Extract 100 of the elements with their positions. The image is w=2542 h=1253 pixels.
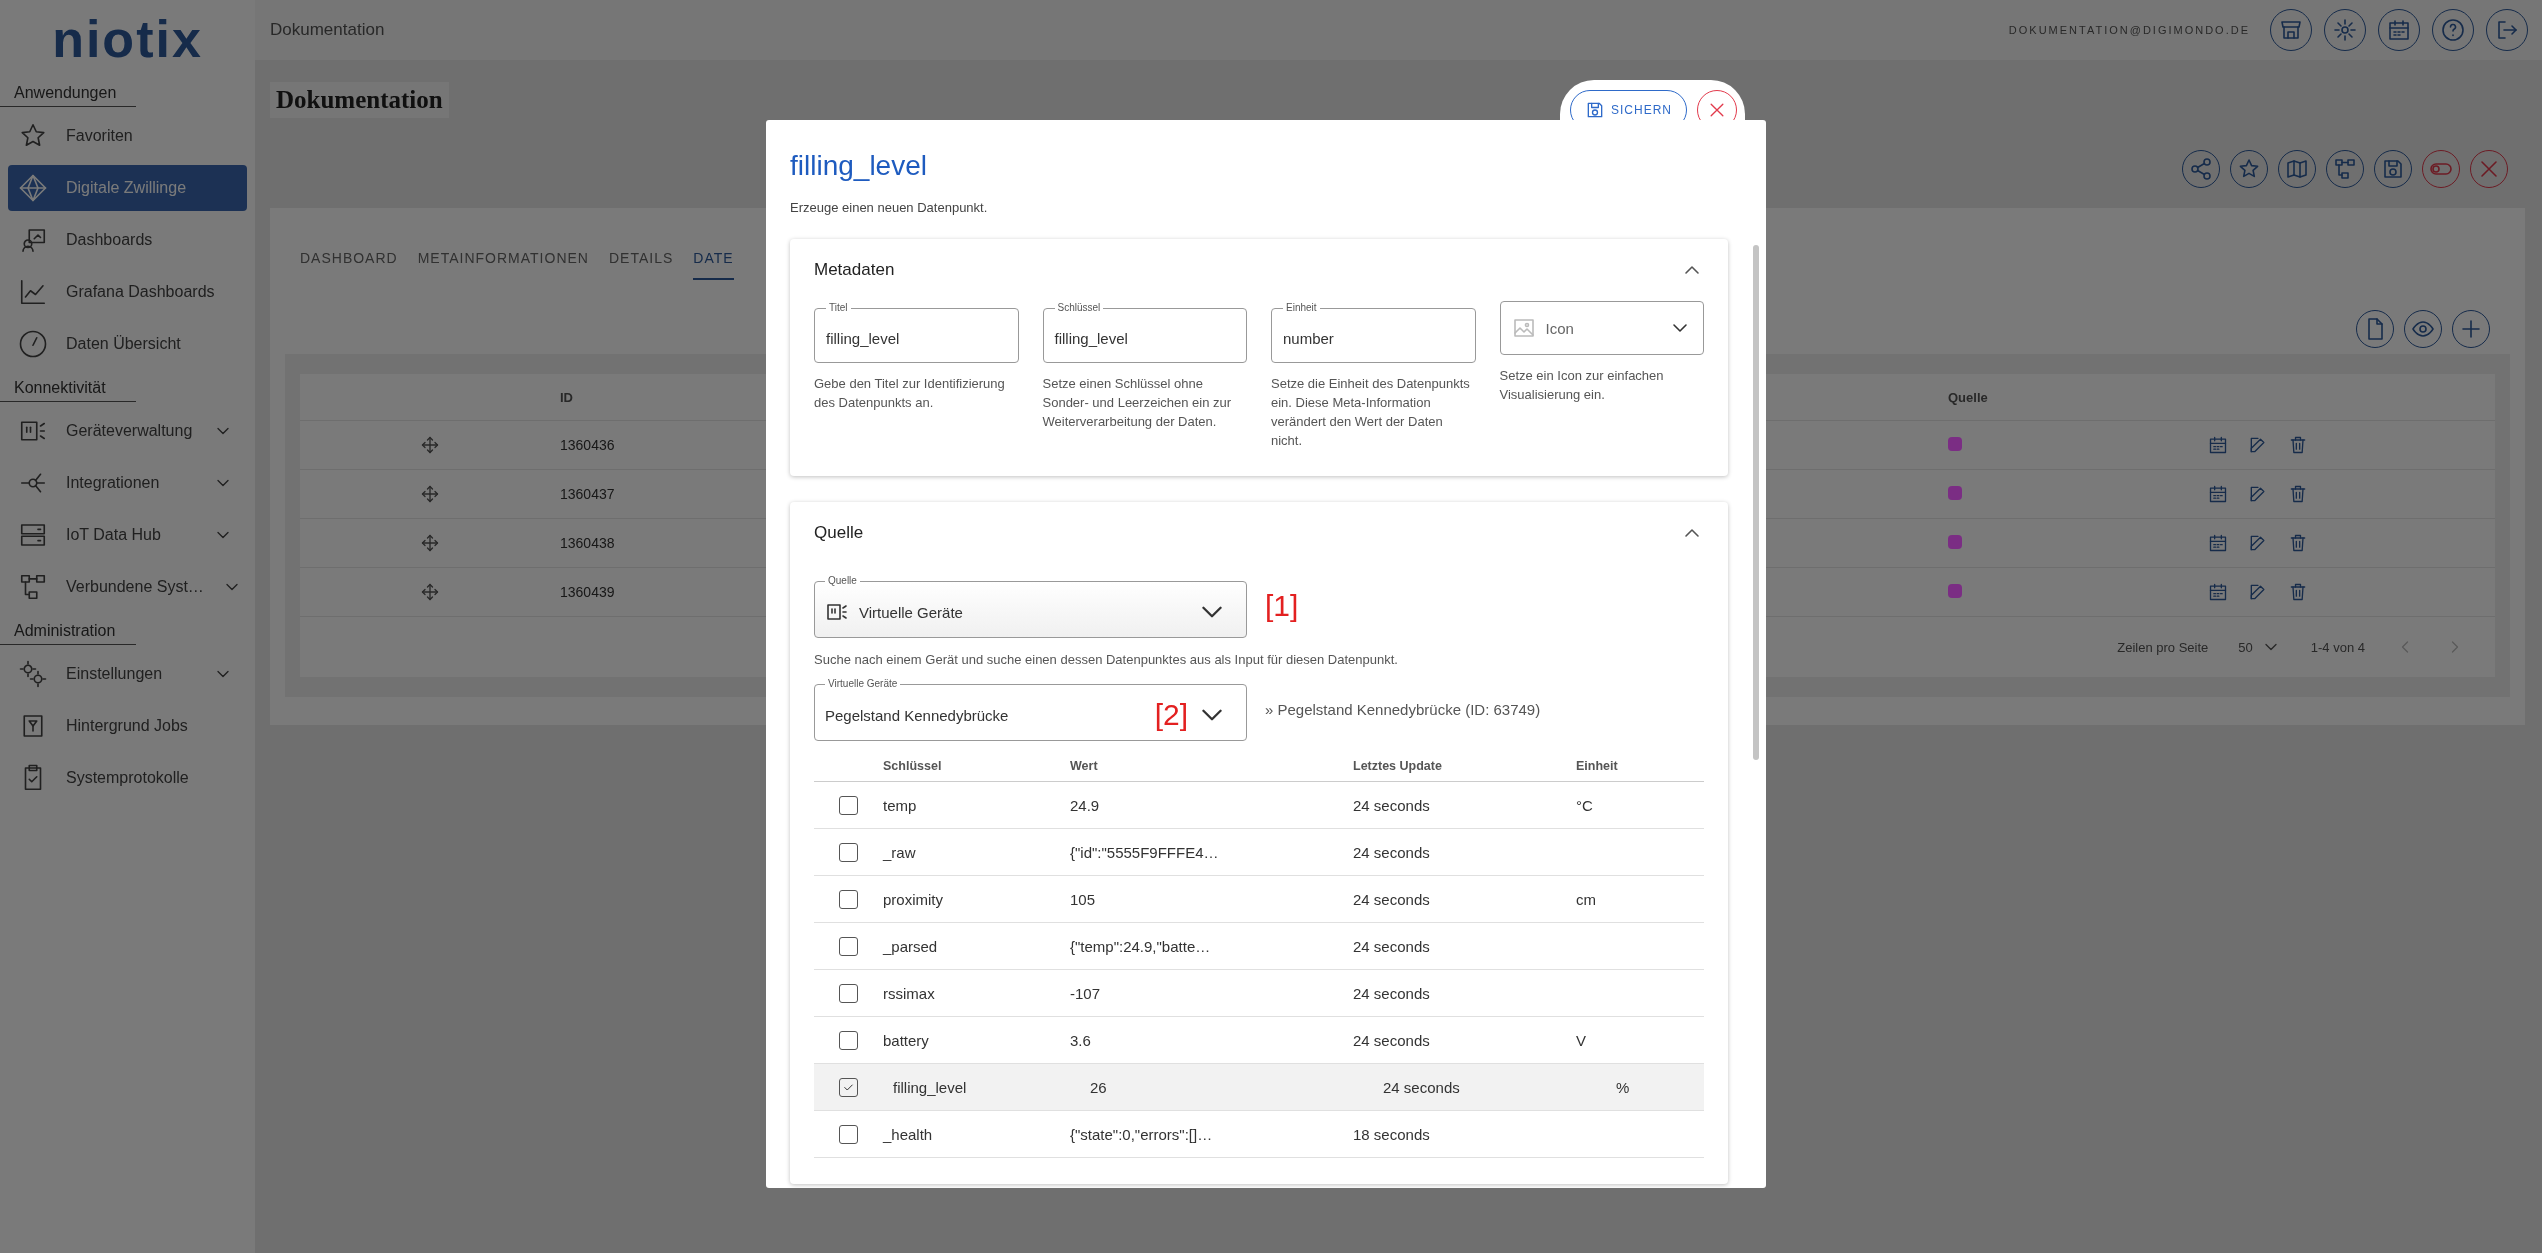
column-header: Wert bbox=[1070, 759, 1099, 774]
table-cell-text: 24 seconds bbox=[1353, 890, 1431, 908]
checkbox[interactable] bbox=[839, 1030, 858, 1050]
table-cell-text: proximity bbox=[883, 890, 944, 908]
checkbox[interactable] bbox=[839, 936, 858, 956]
sidebar-section-title: Konnektivität bbox=[0, 373, 136, 402]
move-icon[interactable] bbox=[420, 484, 440, 504]
checkbox[interactable] bbox=[839, 795, 858, 815]
sidebar-item[interactable]: Systemprotokolle bbox=[8, 755, 247, 801]
tab[interactable]: METAINFORMATIONEN bbox=[417, 244, 589, 280]
device-select[interactable]: Virtuelle Geräte Pegelstand Kennedybrücke [2] bbox=[814, 677, 1247, 742]
calendar-icon[interactable] bbox=[2208, 533, 2228, 553]
edit-icon[interactable] bbox=[2248, 582, 2268, 602]
calendar-icon[interactable] bbox=[2208, 484, 2228, 504]
trash-icon[interactable] bbox=[2288, 533, 2308, 553]
sidebar-item[interactable]: Einstellungen bbox=[8, 651, 247, 697]
line-chart-icon bbox=[18, 277, 48, 307]
table-cell-text: temp bbox=[883, 796, 918, 814]
rows-per-page-select[interactable]: 50 bbox=[2238, 637, 2281, 657]
trash-icon[interactable] bbox=[2288, 582, 2308, 602]
sidebar-section-title: Anwendungen bbox=[0, 78, 136, 107]
save-icon bbox=[2381, 157, 2405, 181]
table-cell-text: 24 seconds bbox=[1353, 796, 1431, 814]
tab[interactable]: DETAILS bbox=[608, 244, 674, 280]
calendar-icon[interactable] bbox=[2208, 582, 2228, 602]
input-field[interactable]: Titel filling_level bbox=[814, 301, 1019, 363]
table-cell-text: 26 bbox=[1090, 1078, 1108, 1096]
gauge-icon bbox=[18, 329, 48, 359]
source-select[interactable]: Quelle Virtuelle Geräte bbox=[814, 574, 1247, 639]
section-title: Metadaten bbox=[814, 260, 895, 280]
calendar-icon bbox=[2387, 18, 2411, 42]
move-icon[interactable] bbox=[420, 582, 440, 602]
icon-select[interactable]: Icon bbox=[1499, 301, 1704, 355]
table-cell: 1360437 bbox=[560, 486, 615, 502]
trash-icon[interactable] bbox=[2288, 484, 2308, 504]
hierarchy-icon bbox=[2333, 157, 2357, 181]
sidebar-item[interactable]: IoT Data Hub bbox=[8, 512, 247, 558]
calendar-icon[interactable] bbox=[2208, 435, 2228, 455]
help-icon bbox=[2441, 18, 2465, 42]
column-header: Letztes Update bbox=[1353, 759, 1443, 774]
move-icon[interactable] bbox=[420, 435, 440, 455]
checkbox[interactable] bbox=[839, 842, 858, 862]
table-cell-text: {"id":"5555F9FFFE4… bbox=[1070, 843, 1220, 861]
tab[interactable]: DASHBOARD bbox=[300, 244, 398, 280]
table-cell-text: _health bbox=[883, 1125, 934, 1143]
column-header: Schlüssel bbox=[883, 759, 943, 774]
edit-icon[interactable] bbox=[2248, 484, 2268, 504]
table-cell-text: 24 seconds bbox=[1353, 937, 1431, 955]
table-cell-text: 24 seconds bbox=[1383, 1078, 1461, 1096]
sidebar-item[interactable]: Dashboards bbox=[8, 217, 247, 263]
dialog-title: filling_level bbox=[790, 150, 928, 182]
input-field[interactable]: Schlüssel filling_level bbox=[1042, 301, 1247, 363]
checkbox[interactable] bbox=[839, 889, 858, 909]
sidebar-item[interactable]: Digitale Zwillinge bbox=[8, 165, 247, 211]
logo[interactable]: niotix bbox=[52, 0, 203, 78]
sidebar-item[interactable]: Grafana Dashboards bbox=[8, 269, 247, 315]
sidebar-item[interactable]: Favoriten bbox=[8, 113, 247, 159]
sidebar-item[interactable]: Daten Übersicht bbox=[8, 321, 247, 367]
table-cell-text: 18 seconds bbox=[1353, 1125, 1431, 1143]
sidebar-item[interactable]: Integrationen bbox=[8, 460, 247, 506]
edit-icon[interactable] bbox=[2248, 435, 2268, 455]
move-icon[interactable] bbox=[420, 533, 440, 553]
table-cell-text: _parsed bbox=[883, 937, 939, 955]
table-cell: 1360439 bbox=[560, 584, 615, 600]
table-cell-text: -107 bbox=[1070, 984, 1102, 1002]
table-cell: cm bbox=[1576, 890, 1596, 908]
breadcrumb: Dokumentation bbox=[270, 20, 386, 40]
table-cell-text: 3.6 bbox=[1070, 1031, 1092, 1049]
edit-icon[interactable] bbox=[2248, 533, 2268, 553]
map-icon bbox=[2285, 157, 2309, 181]
page-title: Dokumentation bbox=[270, 82, 449, 118]
table-cell-text: _raw bbox=[883, 843, 917, 861]
device-link[interactable]: » Pegelstand Kennedybrücke (ID: 63749) bbox=[1265, 700, 1541, 718]
table-cell: 1360436 bbox=[560, 437, 615, 453]
logout-icon bbox=[2495, 18, 2519, 42]
table-cell-text: 105 bbox=[1070, 890, 1097, 908]
column-header: Quelle bbox=[1948, 389, 1988, 405]
annotation-label: [1] bbox=[1265, 589, 1299, 624]
checkbox[interactable] bbox=[839, 983, 858, 1003]
sidebar-section-title: Administration bbox=[0, 616, 136, 645]
sidebar-item[interactable]: Geräteverwaltung bbox=[8, 408, 247, 454]
user-email: DOKUMENTATION@DIGIMONDO.DE bbox=[2008, 24, 2250, 36]
checkbox[interactable] bbox=[839, 1124, 858, 1144]
share-icon bbox=[2189, 157, 2213, 181]
sidebar-item[interactable]: Verbundene Syst… bbox=[8, 564, 247, 610]
scrollbar[interactable] bbox=[1753, 245, 1759, 760]
sidebar-item[interactable]: Hintergrund Jobs bbox=[8, 703, 247, 749]
input-field[interactable]: Einheit number bbox=[1271, 301, 1476, 363]
column-header: Einheit bbox=[1576, 759, 1619, 774]
diamond-icon bbox=[18, 173, 48, 203]
table-cell-text: rssimax bbox=[883, 984, 936, 1002]
page-range: 1-4 von 4 bbox=[2310, 639, 2365, 655]
section-title: Quelle bbox=[814, 523, 864, 544]
tab[interactable]: DATE bbox=[693, 244, 734, 280]
checkbox[interactable] bbox=[839, 1077, 858, 1097]
trash-icon[interactable] bbox=[2288, 435, 2308, 455]
table-cell-text: battery bbox=[883, 1031, 930, 1049]
helper-text: Gebe den Titel zur Identifizierung des Datenpunkts an. bbox=[814, 375, 1006, 412]
helper-text: Setze einen Schlüssel ohne Sonder- und Leerzeichen ein zur Weiterverarbeitung der Daten. bbox=[1042, 375, 1233, 431]
table-cell: 1360438 bbox=[560, 535, 615, 551]
